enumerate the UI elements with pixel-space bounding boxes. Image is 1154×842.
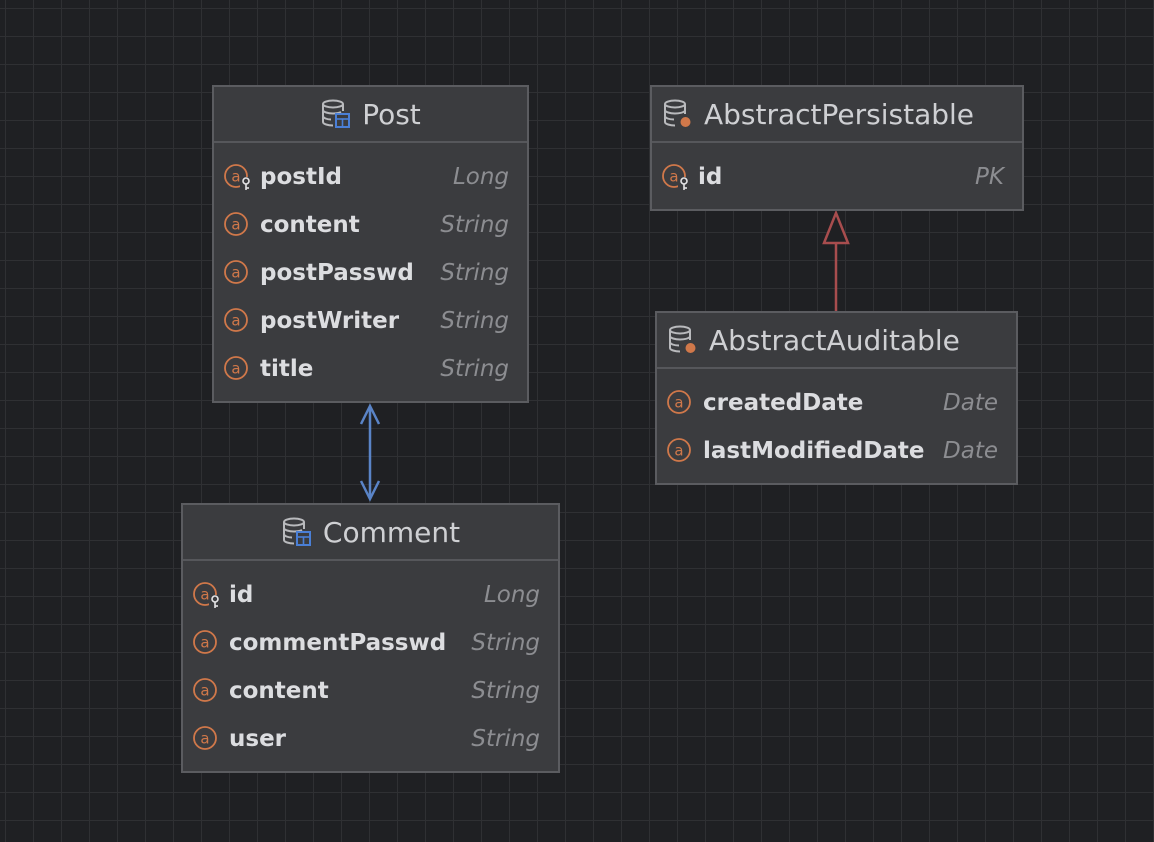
field-name: lastModifiedDate bbox=[703, 438, 925, 464]
auditable-persistable-inheritance-edge[interactable] bbox=[822, 209, 850, 312]
primary-key-field-icon: a bbox=[193, 581, 221, 609]
abstract-persistable-entity-header: AbstractPersistable bbox=[652, 87, 1022, 143]
field-row[interactable]: a content String bbox=[183, 667, 558, 715]
field-type: String bbox=[440, 260, 509, 286]
field-name: content bbox=[260, 212, 360, 238]
svg-text:a: a bbox=[200, 586, 209, 604]
svg-text:a: a bbox=[669, 168, 678, 186]
field-type: String bbox=[471, 630, 540, 656]
field-row[interactable]: a user String bbox=[183, 715, 558, 763]
field-icon: a bbox=[224, 211, 252, 239]
field-name: id bbox=[698, 164, 723, 190]
svg-text:a: a bbox=[231, 312, 240, 330]
field-type: Date bbox=[943, 438, 998, 464]
post-field-list: a postId Long a content String a postPas… bbox=[214, 143, 527, 393]
entity-title: Post bbox=[362, 97, 421, 131]
field-row[interactable]: a commentPasswd String bbox=[183, 619, 558, 667]
field-icon: a bbox=[193, 677, 221, 705]
field-row[interactable]: a content String bbox=[214, 201, 527, 249]
post-entity[interactable]: Post a postId Long a content String a po… bbox=[212, 85, 529, 403]
svg-text:a: a bbox=[200, 682, 209, 700]
field-type: String bbox=[471, 726, 540, 752]
field-icon: a bbox=[193, 725, 221, 753]
field-type: String bbox=[440, 212, 509, 238]
field-name: postWriter bbox=[260, 308, 400, 334]
database-mapped-superclass-icon bbox=[667, 324, 699, 356]
field-row[interactable]: a title String bbox=[214, 345, 527, 393]
field-row[interactable]: a postWriter String bbox=[214, 297, 527, 345]
abstract-auditable-field-list: a createdDate Date a lastModifiedDate Da… bbox=[657, 369, 1016, 475]
field-type: String bbox=[440, 308, 509, 334]
field-icon: a bbox=[193, 629, 221, 657]
field-name: commentPasswd bbox=[229, 630, 447, 656]
database-table-icon bbox=[320, 98, 352, 130]
primary-key-field-icon: a bbox=[662, 163, 690, 191]
svg-text:a: a bbox=[674, 442, 683, 460]
field-row[interactable]: a lastModifiedDate Date bbox=[657, 427, 1016, 475]
abstract-persistable-entity[interactable]: AbstractPersistable a id PK bbox=[650, 85, 1024, 211]
field-row[interactable]: a postPasswd String bbox=[214, 249, 527, 297]
svg-text:a: a bbox=[200, 730, 209, 748]
abstract-persistable-field-list: a id PK bbox=[652, 143, 1022, 201]
entity-title: Comment bbox=[322, 515, 461, 549]
field-name: createdDate bbox=[703, 390, 864, 416]
field-type: String bbox=[471, 678, 540, 704]
field-row[interactable]: a postId Long bbox=[214, 153, 527, 201]
entity-title: AbstractPersistable bbox=[704, 97, 975, 131]
svg-text:a: a bbox=[231, 168, 240, 186]
field-icon: a bbox=[224, 355, 252, 383]
abstract-auditable-entity[interactable]: AbstractAuditable a createdDate Date a l… bbox=[655, 311, 1018, 485]
primary-key-field-icon: a bbox=[224, 163, 252, 191]
field-icon: a bbox=[224, 307, 252, 335]
comment-entity[interactable]: Comment a id Long a commentPasswd String… bbox=[181, 503, 560, 773]
svg-text:a: a bbox=[231, 264, 240, 282]
database-mapped-superclass-icon bbox=[662, 98, 694, 130]
field-name: content bbox=[229, 678, 329, 704]
field-type: String bbox=[440, 356, 509, 382]
abstract-auditable-entity-header: AbstractAuditable bbox=[657, 313, 1016, 369]
field-row[interactable]: a id Long bbox=[183, 571, 558, 619]
field-icon: a bbox=[667, 389, 695, 417]
field-row[interactable]: a createdDate Date bbox=[657, 379, 1016, 427]
svg-text:a: a bbox=[231, 216, 240, 234]
field-type: Long bbox=[452, 164, 509, 190]
field-type: Long bbox=[483, 582, 540, 608]
entity-title: AbstractAuditable bbox=[709, 323, 960, 357]
comment-field-list: a id Long a commentPasswd String a conte… bbox=[183, 561, 558, 763]
svg-text:a: a bbox=[200, 634, 209, 652]
field-name: title bbox=[260, 356, 314, 382]
post-comment-association-edge[interactable] bbox=[359, 403, 381, 502]
field-icon: a bbox=[224, 259, 252, 287]
field-name: postPasswd bbox=[260, 260, 414, 286]
svg-text:a: a bbox=[674, 394, 683, 412]
svg-text:a: a bbox=[231, 360, 240, 378]
database-table-icon bbox=[281, 516, 313, 548]
field-type: PK bbox=[975, 164, 1004, 190]
field-name: user bbox=[229, 726, 287, 752]
field-name: postId bbox=[260, 164, 342, 190]
post-entity-header: Post bbox=[214, 87, 527, 143]
comment-entity-header: Comment bbox=[183, 505, 558, 561]
field-type: Date bbox=[943, 390, 998, 416]
field-row[interactable]: a id PK bbox=[652, 153, 1022, 201]
field-icon: a bbox=[667, 437, 695, 465]
field-name: id bbox=[229, 582, 254, 608]
